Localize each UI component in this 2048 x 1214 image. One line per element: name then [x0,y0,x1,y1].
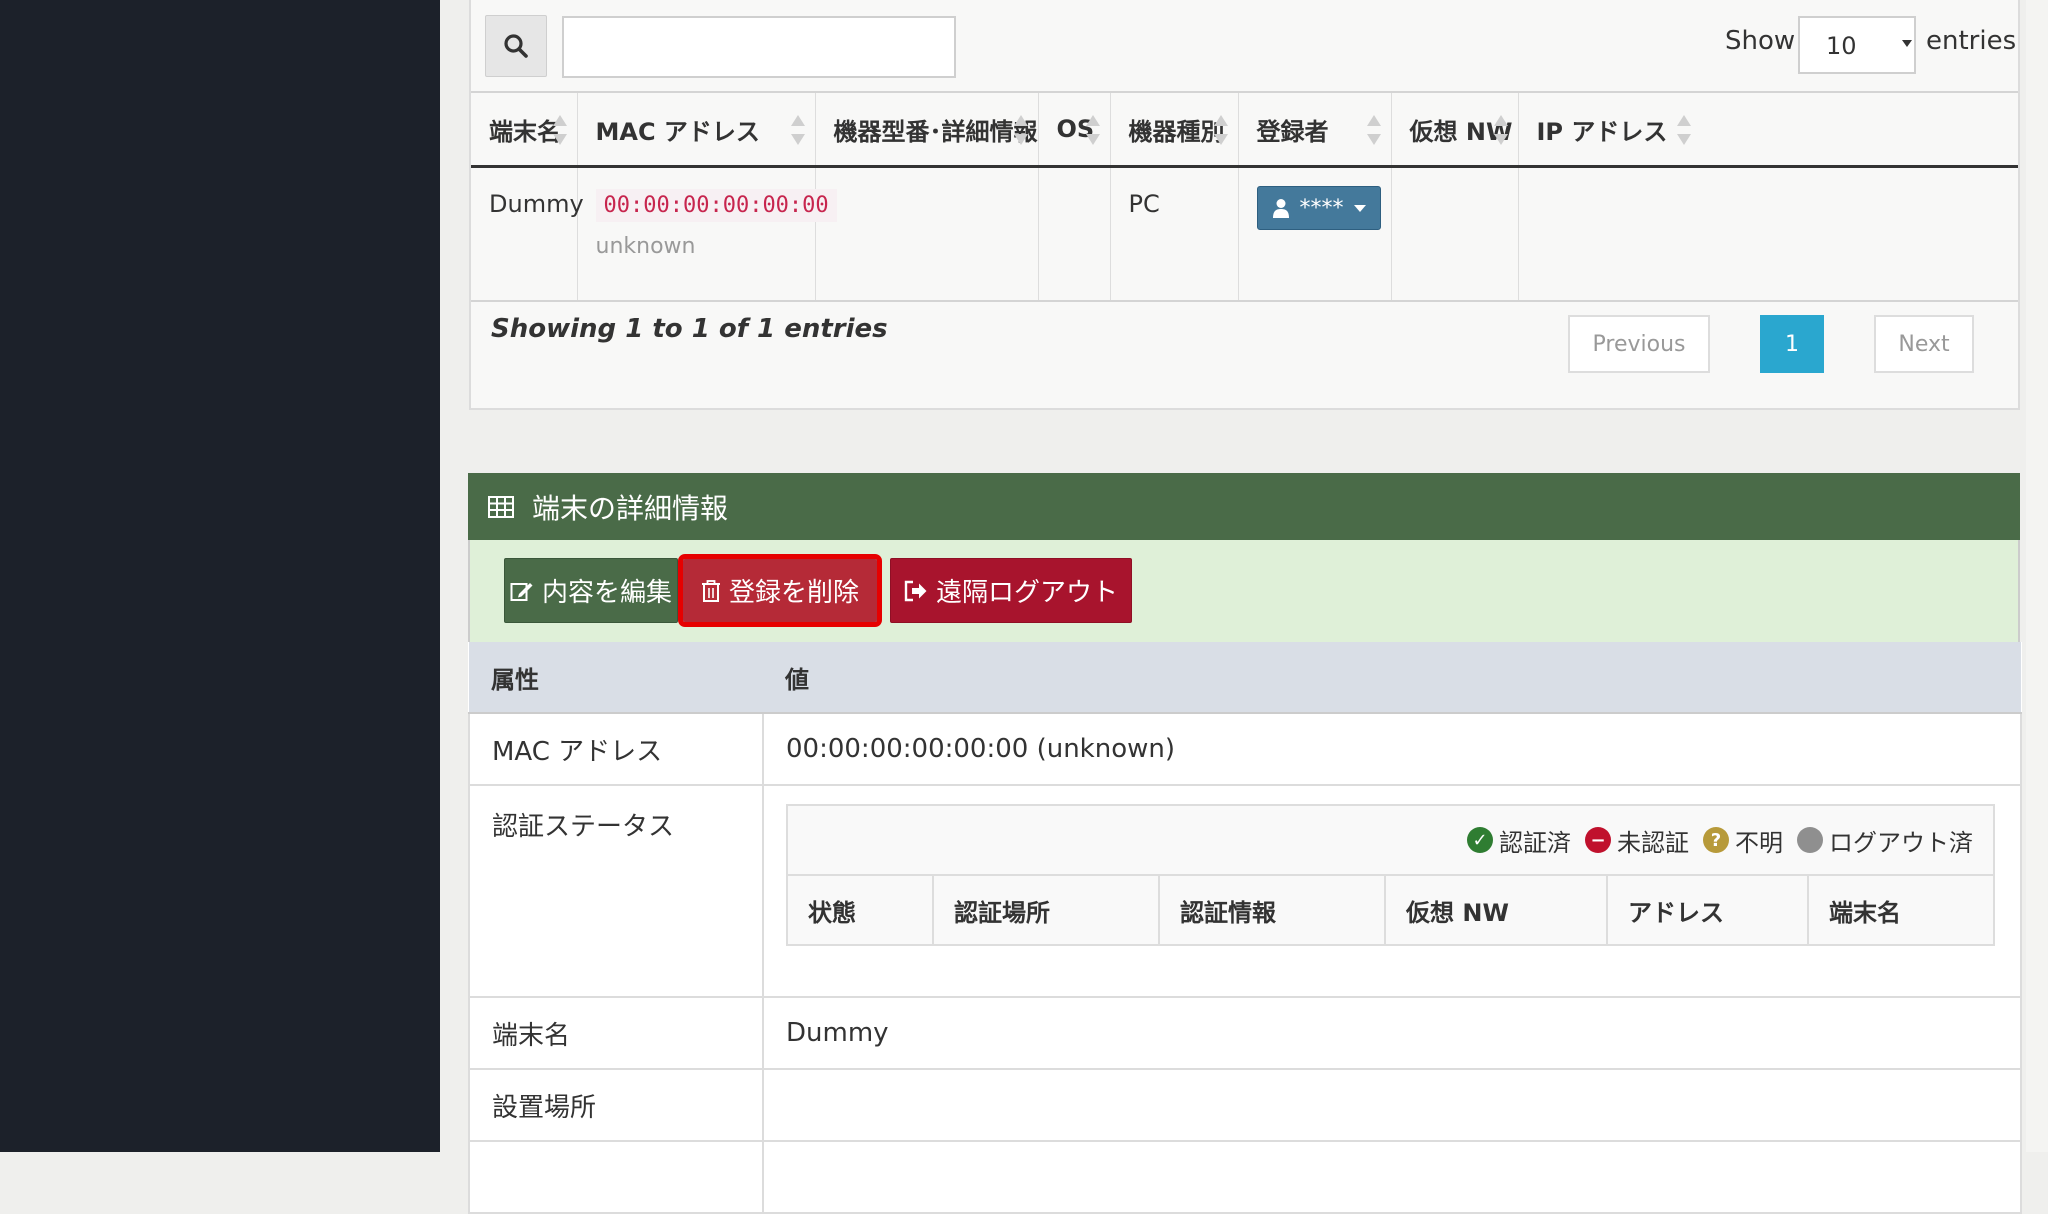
chevron-down-icon [1902,40,1912,47]
cell-model [815,166,1039,302]
row-value-device-name: Dummy [762,997,2022,1070]
scroll-gutter [2026,0,2048,1152]
status-col-vnw: 仮想 NW [1386,876,1608,944]
col-header-mac[interactable]: MAC アドレス [577,91,816,168]
mac-address-code: 00:00:00:00:00:00 [595,189,837,222]
attribute-header-row: 属性 値 [469,642,2021,714]
registrant-dropdown-button[interactable]: **** [1256,186,1381,230]
sort-icon [1013,115,1028,145]
legend-logged-out: ログアウト済 [1797,823,1973,858]
row-value-auth-status: ✓ 認証済 − 未認証 ? 不明 ログアウト済 状態 認証場所 認証情報 仮想 … [762,785,2022,998]
question-circle-icon: ? [1703,827,1729,853]
detail-panel-title: 端末の詳細情報 [532,491,729,525]
mac-vendor: unknown [595,234,696,259]
attribute-table: 属性 値 MAC アドレス 00:00:00:00:00:00 (unknown… [468,642,2022,1214]
row-label-auth-status: 認証ステータス [468,785,764,998]
status-legend: ✓ 認証済 − 未認証 ? 不明 ログアウト済 [788,806,1993,876]
auth-status-box: ✓ 認証済 − 未認証 ? 不明 ログアウト済 状態 認証場所 認証情報 仮想 … [786,804,1995,946]
cell-vnw [1391,166,1519,302]
cell-os [1038,166,1111,302]
sort-icon [552,115,567,145]
show-label: Show [1725,26,1796,56]
trash-icon [701,579,720,602]
legend-unauthed: − 未認証 [1585,823,1689,858]
sidebar [0,0,440,1152]
sort-icon [1085,115,1100,145]
legend-unknown: ? 不明 [1703,823,1783,858]
table-row: 設置場所 [468,1069,2022,1142]
entries-value: 10 [1826,32,1857,60]
sort-icon [1676,115,1691,145]
cell-name: Dummy [471,166,584,302]
user-icon [1272,199,1289,218]
row-label-location: 設置場所 [468,1069,764,1142]
value-header: 値 [763,642,2021,714]
row-value-mac: 00:00:00:00:00:00 (unknown) [762,713,2022,786]
col-header-ip[interactable]: IP アドレス [1518,91,2018,168]
status-col-address: アドレス [1608,876,1809,944]
col-header-vnw[interactable]: 仮想 NW [1391,91,1519,168]
registrant-name: **** [1299,195,1344,221]
action-bar: 内容を編集 登録を削除 遠隔ログアウト [468,540,2020,642]
pagination-next-button[interactable]: Next [1874,315,1974,373]
table-row[interactable]: Dummy 00:00:00:00:00:00 unknown PC **** [471,166,2018,302]
detail-panel-header: 端末の詳細情報 [468,473,2020,540]
search-button[interactable] [485,15,547,77]
table-row: MAC アドレス 00:00:00:00:00:00 (unknown) [468,713,2022,786]
row-label-mac: MAC アドレス [468,713,764,786]
check-circle-icon: ✓ [1467,827,1493,853]
sort-icon [790,115,805,145]
device-detail-panel: 端末の詳細情報 内容を編集 登録を削除 遠隔ログアウト 属性 値 MAC アドレ… [468,473,2022,1214]
table-row: 認証ステータス ✓ 認証済 − 未認証 ? 不明 ログアウト済 状態 認証場所 … [468,785,2022,998]
status-table-header: 状態 認証場所 認証情報 仮想 NW アドレス 端末名 [788,876,1993,944]
table-icon [488,495,514,518]
sign-out-icon [904,580,927,601]
device-table: 端末名 MAC アドレス 機器型番･詳細情報 OS 機器種別 登録者 仮想 NW… [471,91,2018,302]
legend-authed: ✓ 認証済 [1467,823,1571,858]
delete-button-label: 登録を削除 [728,578,859,608]
cell-mac: 00:00:00:00:00:00 unknown [577,166,837,302]
edit-button[interactable]: 内容を編集 [504,558,678,623]
search-icon [504,34,528,58]
device-list-panel: Show 10 entries 端末名 MAC アドレス 機器型番･詳細情報 O… [469,0,2020,410]
table-info: Showing 1 to 1 of 1 entries [491,314,888,344]
entries-label: entries [1926,26,2017,56]
attribute-header: 属性 [469,642,763,714]
cell-type: PC [1110,166,1239,302]
chevron-down-icon [1353,204,1366,212]
col-header-registrant[interactable]: 登録者 [1238,91,1392,168]
status-col-location: 認証場所 [934,876,1160,944]
pagination-previous-button[interactable]: Previous [1568,315,1710,373]
sort-icon [1366,115,1381,145]
row-value-location [762,1069,2022,1142]
entries-per-page-select[interactable]: 10 [1798,16,1916,74]
col-header-os[interactable]: OS [1038,91,1111,168]
logout-button-label: 遠隔ログアウト [935,578,1118,608]
main-content: Show 10 entries 端末名 MAC アドレス 機器型番･詳細情報 O… [440,0,2048,1214]
cell-registrant: **** [1238,166,1392,302]
table-row: 端末名 Dummy [468,997,2022,1070]
edit-button-label: 内容を編集 [541,578,672,608]
col-header-model[interactable]: 機器型番･詳細情報 [815,91,1039,168]
sort-icon [1493,115,1508,145]
table-header-row: 端末名 MAC アドレス 機器型番･詳細情報 OS 機器種別 登録者 仮想 NW… [471,91,2018,168]
search-input[interactable] [562,16,956,78]
delete-registration-button[interactable]: 登録を削除 [678,554,882,627]
sort-icon [1213,115,1228,145]
edit-icon [510,582,533,601]
status-col-info: 認証情報 [1160,876,1386,944]
col-header-type[interactable]: 機器種別 [1110,91,1239,168]
col-header-name[interactable]: 端末名 [471,91,578,168]
row-label-device-name: 端末名 [468,997,764,1070]
gray-circle-icon [1797,827,1823,853]
remote-logout-button[interactable]: 遠隔ログアウト [890,558,1132,623]
pagination-page-1[interactable]: 1 [1760,315,1824,373]
cell-ip [1518,166,2018,302]
status-col-device-name: 端末名 [1829,898,1901,927]
status-col-state: 状態 [788,876,934,944]
minus-circle-icon: − [1585,827,1611,853]
